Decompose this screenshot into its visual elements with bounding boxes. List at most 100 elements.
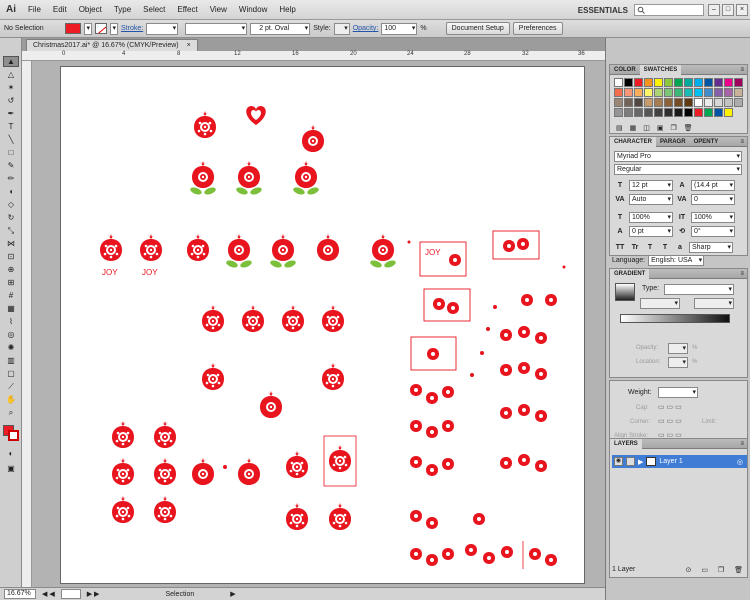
- pencil-tool-icon[interactable]: ✏: [3, 173, 19, 184]
- small-caps-icon[interactable]: Tr: [629, 244, 641, 251]
- slice-tool-icon[interactable]: ⟋: [3, 381, 19, 392]
- small-pomegranate-art[interactable]: [521, 294, 533, 306]
- swatch-cell[interactable]: [644, 78, 653, 87]
- swatch-cell[interactable]: [614, 78, 623, 87]
- preferences-button[interactable]: Preferences: [512, 22, 563, 35]
- stroke-label[interactable]: Stroke:: [121, 25, 143, 32]
- swatch-cell[interactable]: [664, 88, 673, 97]
- small-pomegranate-art[interactable]: [500, 329, 512, 341]
- menu-edit[interactable]: Edit: [47, 5, 73, 14]
- swatch-cell[interactable]: [664, 98, 673, 107]
- swatch-cell[interactable]: [624, 78, 633, 87]
- menu-effect[interactable]: Effect: [171, 5, 203, 14]
- artboard[interactable]: JOY JOY JOY: [60, 66, 585, 584]
- pomegranate-art[interactable]: [112, 496, 134, 523]
- close-button[interactable]: ×: [736, 4, 748, 16]
- lasso-tool-icon[interactable]: ↺: [3, 95, 19, 106]
- perspective-grid-tool-icon[interactable]: ⊞: [3, 277, 19, 288]
- blob-brush-tool-icon[interactable]: ◖: [3, 186, 19, 197]
- swatch-cell[interactable]: [704, 108, 713, 117]
- small-pomegranate-art[interactable]: [545, 294, 557, 306]
- maximize-button[interactable]: □: [722, 4, 734, 16]
- small-pomegranate-art[interactable]: [518, 326, 530, 338]
- pomegranate-art[interactable]: [154, 496, 176, 523]
- swatch-cell[interactable]: [694, 108, 703, 117]
- small-pomegranate-art[interactable]: [426, 392, 438, 404]
- swatch-cell[interactable]: [614, 98, 623, 107]
- stroke-swatch[interactable]: [95, 23, 107, 34]
- panel-menu-icon[interactable]: ≡: [740, 271, 744, 277]
- menu-type[interactable]: Type: [108, 5, 137, 14]
- pomegranate-art[interactable]: [242, 305, 264, 332]
- swatch-cell[interactable]: [714, 98, 723, 107]
- small-pomegranate-art[interactable]: [503, 240, 515, 252]
- swatch-library-icon[interactable]: ▤: [616, 124, 623, 132]
- pomegranate-art[interactable]: [329, 445, 351, 472]
- gradient-slider[interactable]: [620, 314, 730, 323]
- blend-tool-icon[interactable]: ◎: [3, 329, 19, 340]
- small-pomegranate-art[interactable]: [410, 456, 422, 468]
- underline-icon[interactable]: T: [644, 244, 656, 251]
- rectangle-tool-icon[interactable]: □: [3, 147, 19, 158]
- pomegranate-leaf-art[interactable]: [292, 161, 319, 196]
- pomegranate-leaf-art[interactable]: [225, 234, 252, 269]
- tab-gradient[interactable]: GRADIENT: [610, 268, 650, 279]
- small-pomegranate-art[interactable]: [426, 426, 438, 438]
- gradient-location-field[interactable]: [668, 357, 688, 368]
- font-family-dropdown[interactable]: Myriad Pro: [614, 150, 742, 162]
- menu-object[interactable]: Object: [73, 5, 108, 14]
- pen-tool-icon[interactable]: ✒: [3, 108, 19, 119]
- menu-help[interactable]: Help: [273, 5, 301, 14]
- layer-action-icons[interactable]: ⊙ ▭ ❐ 🗑: [686, 566, 747, 574]
- swatch-cell[interactable]: [724, 98, 733, 107]
- gradient-tool-icon[interactable]: ▦: [3, 303, 19, 314]
- pomegranate-art[interactable]: [192, 458, 214, 485]
- document-tab[interactable]: Christmas2017.ai* @ 16.67% (CMYK/Preview…: [26, 39, 198, 51]
- small-pomegranate-art[interactable]: [529, 548, 541, 560]
- tab-layers[interactable]: LAYERS: [610, 438, 642, 449]
- delete-swatch-icon[interactable]: 🗑: [684, 124, 693, 132]
- vertical-scale-field[interactable]: 100%: [691, 211, 735, 223]
- draw-mode-icon[interactable]: ◐: [3, 448, 19, 459]
- small-pomegranate-art[interactable]: [500, 457, 512, 469]
- artboard-nav-next[interactable]: ▶ ▶: [87, 590, 100, 598]
- strikethrough-icon[interactable]: T: [659, 244, 671, 251]
- swatch-cell[interactable]: [614, 108, 623, 117]
- layer-name[interactable]: Layer 1: [659, 458, 682, 465]
- small-pomegranate-art[interactable]: [518, 362, 530, 374]
- menu-file[interactable]: File: [22, 5, 47, 14]
- swatch-cell[interactable]: [684, 78, 693, 87]
- pomegranate-art[interactable]: [302, 125, 324, 152]
- small-pomegranate-art[interactable]: [427, 348, 439, 360]
- small-pomegranate-art[interactable]: [442, 458, 454, 470]
- mesh-tool-icon[interactable]: #: [3, 290, 19, 301]
- swatch-cell[interactable]: [624, 98, 633, 107]
- font-style-dropdown[interactable]: Regular: [614, 163, 742, 175]
- small-pomegranate-art[interactable]: [426, 464, 438, 476]
- character-rotation-field[interactable]: 0°: [691, 225, 735, 237]
- swatch-cell[interactable]: [634, 108, 643, 117]
- small-pomegranate-art[interactable]: [535, 460, 547, 472]
- tab-paragraph[interactable]: PARAGR: [656, 137, 690, 147]
- new-color-group-icon[interactable]: ▣: [657, 124, 664, 132]
- small-pomegranate-art[interactable]: [410, 510, 422, 522]
- menu-window[interactable]: Window: [233, 5, 273, 14]
- small-pomegranate-art[interactable]: [535, 410, 547, 422]
- hand-tool-icon[interactable]: ✋: [3, 394, 19, 405]
- swatch-cell[interactable]: [694, 88, 703, 97]
- pomegranate-art[interactable]: [202, 363, 224, 390]
- target-icon[interactable]: ◎: [737, 458, 743, 466]
- panel-menu-icon[interactable]: ≡: [740, 139, 744, 145]
- leading-field[interactable]: (14.4 pt: [691, 179, 735, 191]
- small-pomegranate-art[interactable]: [535, 368, 547, 380]
- pomegranate-leaf-art[interactable]: [269, 234, 296, 269]
- layer-row[interactable]: ◉ ▶ Layer 1 ◎: [612, 455, 747, 468]
- small-pomegranate-art[interactable]: [518, 404, 530, 416]
- pomegranate-art[interactable]: [112, 421, 134, 448]
- magic-wand-tool-icon[interactable]: ✶: [3, 82, 19, 93]
- tab-opentype[interactable]: OPENTY: [690, 137, 723, 147]
- stroke-weight-input[interactable]: [146, 22, 179, 35]
- artboard-number-field[interactable]: [60, 589, 81, 599]
- small-pomegranate-art[interactable]: [410, 548, 422, 560]
- stroke-weight-field[interactable]: [658, 387, 698, 398]
